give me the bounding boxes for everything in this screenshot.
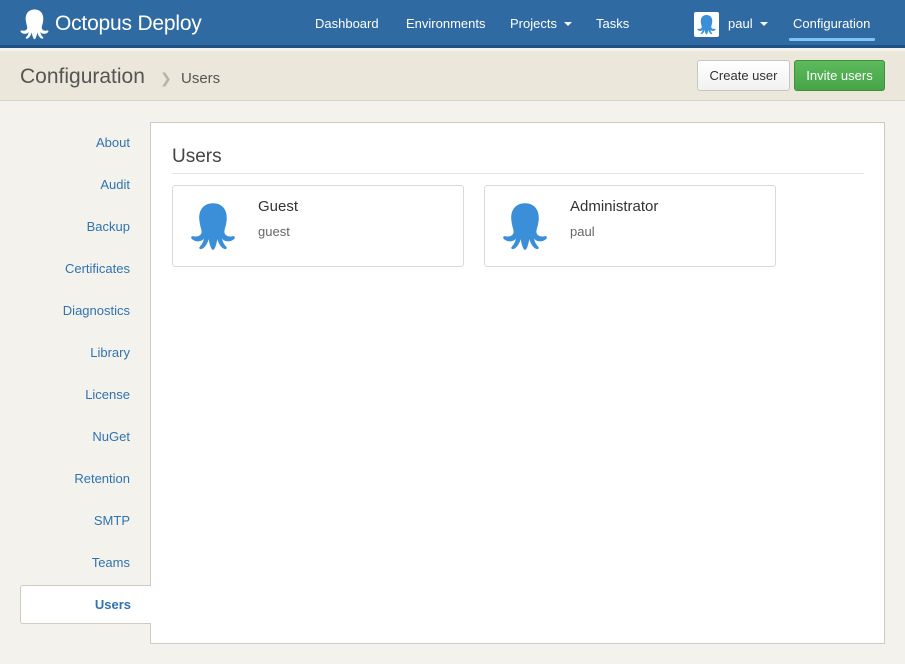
users-panel: Users Guest guest Administrator paul (150, 122, 885, 644)
sidebar-item-nuget[interactable]: NuGet (92, 429, 130, 444)
section-title: Users (172, 146, 222, 167)
user-avatar[interactable] (694, 12, 719, 37)
sidebar-item-smtp[interactable]: SMTP (94, 513, 130, 528)
sidebar-item-teams[interactable]: Teams (92, 555, 130, 570)
user-username: guest (258, 224, 290, 239)
sidebar-item-retention[interactable]: Retention (74, 471, 130, 486)
octopus-icon (189, 201, 237, 251)
chevron-right-icon: ❯ (160, 70, 172, 86)
octopus-logo-icon (20, 8, 49, 40)
top-navigation-bar: Octopus Deploy Dashboard Environments Pr… (0, 0, 905, 48)
user-card-administrator[interactable]: Administrator paul (484, 185, 776, 267)
divider (172, 173, 864, 174)
octopus-icon (697, 14, 716, 35)
sidebar-item-backup[interactable]: Backup (87, 219, 130, 234)
nav-projects-label: Projects (510, 16, 557, 31)
chevron-down-icon (563, 22, 572, 26)
nav-configuration[interactable]: Configuration (793, 16, 870, 31)
sidebar-item-diagnostics[interactable]: Diagnostics (63, 303, 130, 318)
brand-name: Octopus Deploy (55, 12, 202, 35)
invite-users-button[interactable]: Invite users (794, 60, 885, 91)
sidebar-item-users[interactable]: Users (20, 585, 151, 624)
sidebar-item-label: Users (94, 597, 131, 612)
breadcrumb-current: Users (181, 70, 221, 87)
user-display-name: Guest (258, 198, 299, 215)
sidebar-item-certificates[interactable]: Certificates (65, 261, 130, 276)
nav-tasks[interactable]: Tasks (596, 16, 629, 31)
sidebar-item-audit[interactable]: Audit (100, 177, 130, 192)
page-title[interactable]: Configuration (20, 65, 145, 89)
brand-logo-link[interactable]: Octopus Deploy (20, 8, 202, 40)
page-header: Configuration ❯ Users Create user Invite… (0, 51, 905, 101)
sidebar-item-about[interactable]: About (96, 135, 130, 150)
nav-projects-dropdown[interactable]: Projects (510, 16, 572, 31)
active-nav-indicator (789, 38, 875, 41)
sidebar-item-license[interactable]: License (85, 387, 130, 402)
octopus-icon (501, 201, 549, 251)
create-user-button[interactable]: Create user (697, 60, 790, 91)
user-menu-dropdown[interactable]: paul (728, 16, 768, 31)
user-username: paul (570, 224, 595, 239)
user-menu-label: paul (728, 16, 753, 31)
nav-environments[interactable]: Environments (406, 16, 485, 31)
user-display-name: Administrator (570, 198, 659, 215)
chevron-down-icon (759, 22, 768, 26)
user-card-guest[interactable]: Guest guest (172, 185, 464, 267)
sidebar-item-library[interactable]: Library (90, 345, 130, 360)
nav-dashboard[interactable]: Dashboard (315, 16, 379, 31)
